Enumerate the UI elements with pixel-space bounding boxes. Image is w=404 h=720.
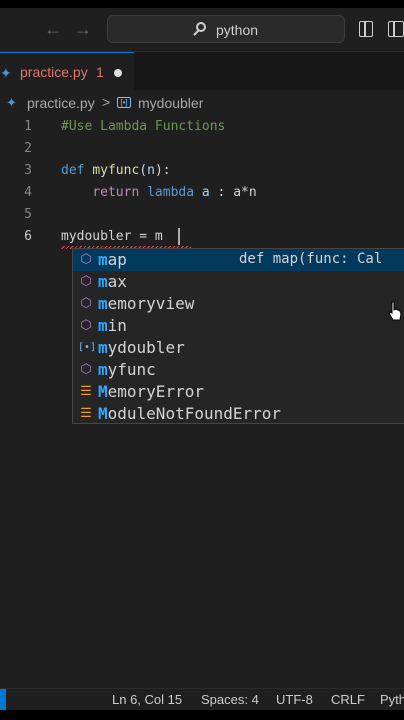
tab-bar: ✦ practice.py 1 (0, 52, 404, 90)
breadcrumb-file[interactable]: practice.py (27, 95, 95, 111)
code-text: mydoubler = m (61, 229, 163, 244)
python-file-icon: ✦ (6, 95, 17, 110)
status-bar: Ln 6, Col 15 Spaces: 4 UTF-8 CRLF Pyth (0, 688, 404, 711)
parameter-token: a (201, 185, 210, 200)
remote-indicator[interactable] (0, 689, 6, 711)
match-highlight: m (98, 272, 108, 291)
python-file-icon: ✦ (0, 65, 12, 81)
method-cube-icon: ⬡ (80, 318, 92, 333)
match-highlight: m (98, 250, 108, 269)
suggestion-item[interactable]: ⬡ myfunc (73, 359, 404, 381)
match-highlight: M (98, 404, 108, 423)
suggestion-label: MemoryError (98, 382, 204, 401)
suggestion-item[interactable]: ☰ MemoryError (73, 381, 404, 403)
status-indentation[interactable]: Spaces: 4 (201, 692, 259, 707)
punctuation-token: ): (154, 163, 171, 178)
code-line[interactable]: 2 (0, 138, 404, 160)
match-highlight: m (98, 338, 108, 357)
match-highlight: m (98, 360, 108, 379)
variable-icon: [•] (78, 342, 97, 353)
code-text: return lambda a : a*n (61, 185, 257, 200)
suggestion-label: myfunc (98, 360, 156, 379)
match-highlight: m (98, 316, 108, 335)
code-line[interactable]: 1 #Use Lambda Functions (0, 116, 404, 138)
arrow-right-icon[interactable]: → (74, 20, 92, 38)
code-line-active[interactable]: 6 mydoubler = m (0, 226, 404, 249)
class-icon: ☰ (80, 384, 92, 399)
match-highlight: m (98, 294, 108, 313)
suggestion-label: max (98, 272, 127, 291)
indent-token (61, 185, 92, 200)
tab-problem-count: 1 (96, 64, 104, 80)
suggestion-item[interactable]: ⬡ max (73, 271, 404, 293)
class-icon: ☰ (80, 406, 92, 421)
suggestion-detail: def map(func: Cal (239, 251, 383, 267)
code-line[interactable]: 3 def myfunc(n): (0, 160, 404, 182)
line-number: 3 (24, 163, 32, 178)
suggestion-label: memoryview (98, 294, 195, 313)
title-bar: ← → python (0, 8, 404, 52)
hand-pointer-icon (388, 301, 402, 321)
status-eol[interactable]: CRLF (331, 692, 365, 707)
status-language[interactable]: Pyth (380, 692, 404, 707)
method-cube-icon: ⬡ (80, 252, 92, 267)
suggestion-label: mydoubler (98, 338, 185, 357)
expression-token: : a*n (209, 185, 257, 200)
breadcrumb-symbol[interactable]: mydoubler (138, 95, 203, 111)
vscode-window: ← → python ✦ practice.py 1 ✦ practice.py… (0, 0, 404, 720)
code-line[interactable]: 4 return lambda a : a*n (0, 182, 404, 204)
match-highlight: M (98, 382, 108, 401)
function-name-token: myfunc (92, 163, 140, 178)
variable-icon: [•] (117, 97, 131, 108)
tab-label: practice.py (20, 64, 88, 80)
line-number: 2 (24, 141, 32, 156)
parameter-token: n (147, 163, 155, 178)
toggle-sidebar-icon[interactable] (359, 21, 373, 37)
method-cube-icon: ⬡ (80, 296, 92, 311)
keyword-token: lambda (147, 185, 195, 200)
status-encoding[interactable]: UTF-8 (276, 692, 313, 707)
method-cube-icon: ⬡ (80, 274, 92, 289)
punctuation-token: ( (139, 163, 148, 178)
suggestion-label: min (98, 316, 127, 335)
status-position[interactable]: Ln 6, Col 15 (112, 692, 182, 707)
line-number: 4 (24, 185, 32, 200)
search-icon (196, 22, 206, 32)
toggle-panel-icon[interactable] (388, 21, 404, 37)
line-number: 6 (24, 229, 32, 244)
keyword-token: return (92, 185, 140, 200)
search-text: python (216, 22, 259, 38)
text-cursor (178, 228, 180, 245)
suggestion-label: ModuleNotFoundError (98, 404, 282, 423)
unsaved-dot-icon[interactable] (114, 69, 122, 77)
breadcrumb-separator: > (102, 94, 111, 110)
keyword-token: def (61, 163, 85, 178)
code-line[interactable]: 5 (0, 204, 404, 226)
line-number: 5 (24, 207, 32, 222)
code-text: def myfunc(n): (61, 163, 171, 178)
code-text: #Use Lambda Functions (61, 119, 226, 134)
line-number: 1 (24, 119, 32, 134)
command-center-search[interactable]: python (107, 15, 345, 43)
suggestion-item[interactable]: [•] mydoubler (73, 337, 404, 359)
suggestion-item[interactable]: ☰ ModuleNotFoundError (73, 403, 404, 425)
suggestion-widget: ⬡ map def map(func: Cal ⬡ max ⬡ memoryview ⬡ min… (72, 248, 404, 424)
arrow-left-icon[interactable]: ← (44, 20, 62, 38)
method-cube-icon: ⬡ (80, 362, 92, 377)
bottom-edge (0, 710, 404, 720)
suggestion-item[interactable]: ⬡ map def map(func: Cal (73, 249, 404, 271)
suggestion-label: map (98, 250, 127, 269)
suggestion-item[interactable]: ⬡ memoryview (73, 293, 404, 315)
tab-practice-py[interactable]: ✦ practice.py 1 (0, 52, 134, 90)
breadcrumb: ✦ practice.py > [•] mydoubler (0, 90, 404, 116)
suggestion-item[interactable]: ⬡ min (73, 315, 404, 337)
